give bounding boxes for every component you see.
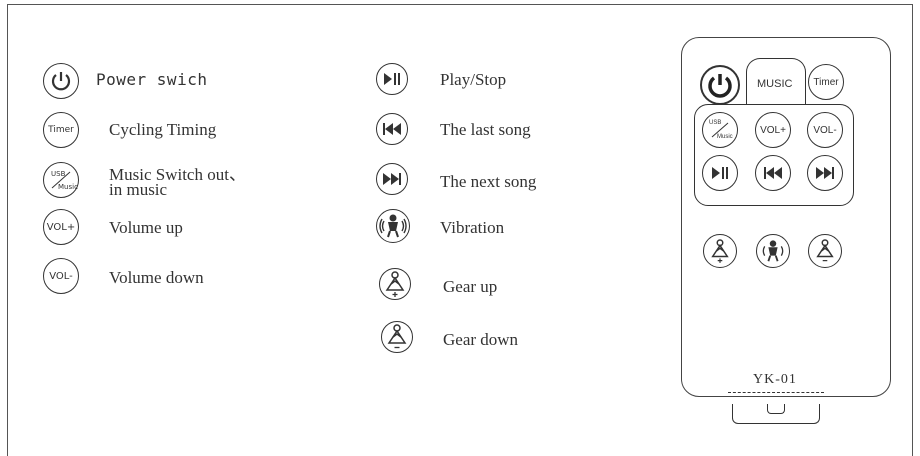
remote-music-label: MUSIC (757, 78, 793, 90)
volume-down-icon: VOL- (43, 258, 79, 294)
vibration-icon (376, 209, 410, 243)
timer-icon: Timer (43, 112, 79, 148)
next-song-label: The next song (440, 172, 537, 191)
previous-track-icon (376, 113, 408, 145)
remote-vibration-button (756, 234, 790, 268)
next-track-icon (376, 163, 408, 195)
usb-music-icon: USB Music (43, 162, 79, 198)
remote-battery-clip (732, 404, 820, 424)
play-pause-icon (376, 63, 408, 95)
power-label: Power swich (96, 70, 208, 89)
gear-up-icon (379, 268, 411, 300)
remote-volume-down-button: VOL- (807, 112, 843, 148)
remote-usb-music-button: USB Music (702, 112, 738, 148)
remote-control: MUSIC Timer USB Music VOL+ VOL- YK-01 (681, 37, 891, 397)
power-icon (43, 63, 79, 99)
timer-label: Cycling Timing (109, 120, 217, 139)
remote-play-pause-button (702, 155, 738, 191)
remote-timer-button: Timer (808, 64, 844, 100)
remote-next-button (807, 155, 843, 191)
gear-up-label: Gear up (443, 277, 498, 296)
gear-down-label: Gear down (443, 330, 519, 349)
volume-down-label: Volume down (109, 268, 204, 287)
remote-power-button (700, 65, 740, 105)
remote-volume-up-button: VOL+ (755, 112, 791, 148)
remote-battery-tab (728, 392, 824, 404)
remote-gear-down-button (808, 234, 842, 268)
volume-up-label: Volume up (109, 218, 183, 237)
last-song-label: The last song (440, 120, 531, 139)
remote-gear-up-button (703, 234, 737, 268)
remote-previous-button (755, 155, 791, 191)
volume-up-icon: VOL+ (43, 209, 79, 245)
gear-down-icon (381, 321, 413, 353)
remote-model-label: YK-01 (753, 372, 797, 387)
play-stop-label: Play/Stop (440, 70, 507, 89)
usb-music-label-line2: in music (109, 180, 168, 199)
vibration-label: Vibration (440, 218, 505, 237)
